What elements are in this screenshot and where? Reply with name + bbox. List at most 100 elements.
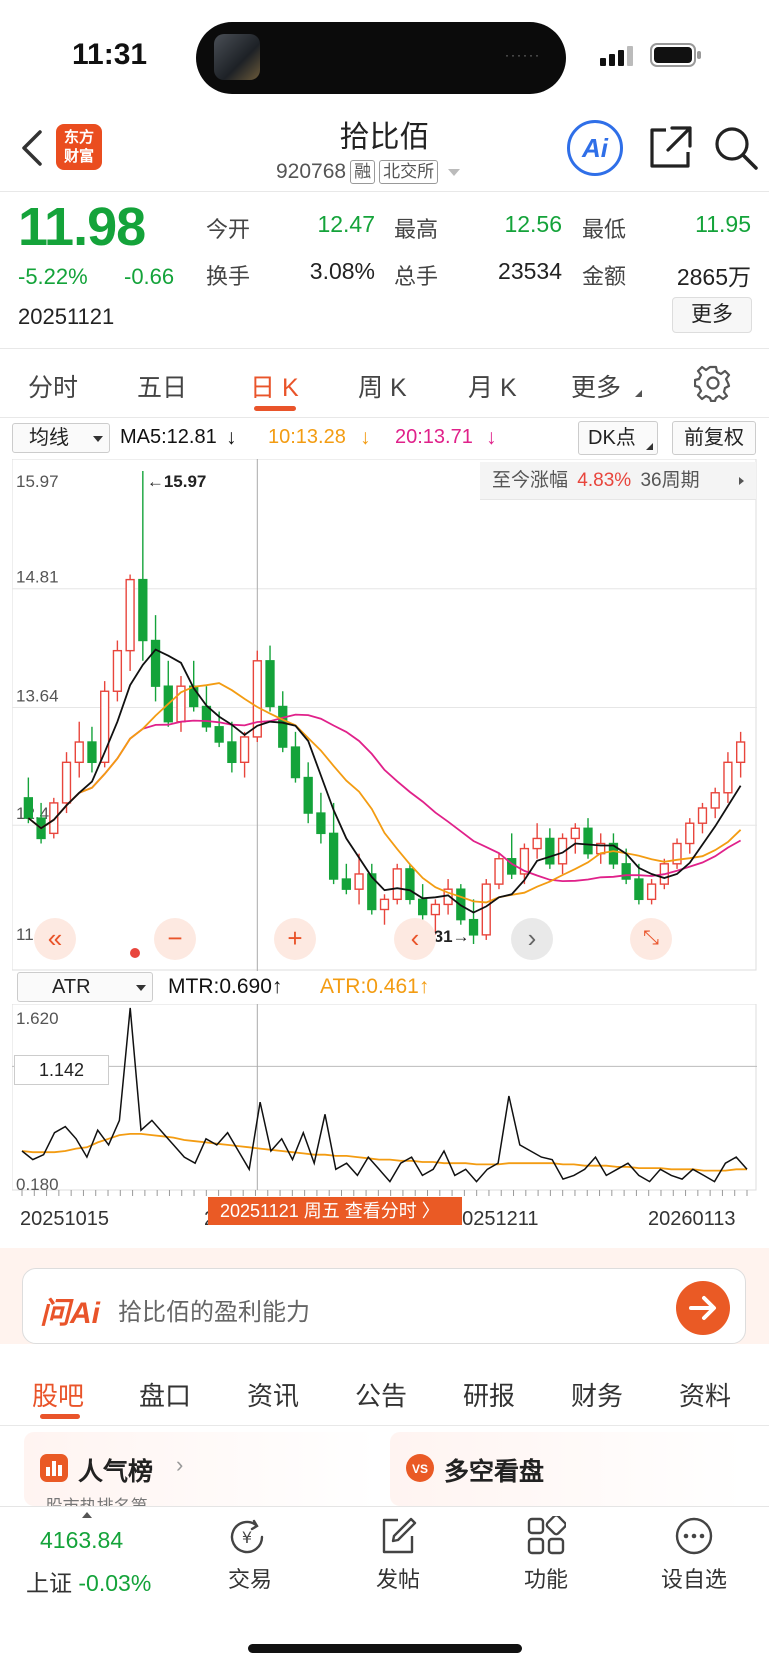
chart-frame [12,459,757,971]
index-value[interactable]: 4163.84 [40,1527,123,1554]
tab-intraday[interactable]: 分时 [28,368,78,404]
candle-body [201,705,212,728]
tab-order-book[interactable]: 盘口 [139,1376,191,1413]
tab-more-arrow-icon [635,390,642,397]
functions-grid-icon[interactable] [526,1516,566,1556]
next-candle-button[interactable]: › [511,918,553,960]
tab-monthly-k[interactable]: 月 K [468,368,517,404]
fullscreen-button[interactable]: ⤡ [630,918,672,960]
ma5-arrow-icon: ↓ [226,426,237,449]
tab-research[interactable]: 研报 [463,1376,515,1413]
low-label: 最低 [582,217,627,242]
scroll-to-start-button[interactable]: « [34,918,76,960]
dk-point-button[interactable]: DK点 [578,421,658,455]
trade-icon[interactable]: ¥ [228,1518,268,1556]
candle-body [87,741,97,764]
tab-more[interactable]: 更多 [571,368,621,404]
candle-body [316,812,326,835]
candle-body [735,741,746,764]
candlestick-chart[interactable]: 15.9714.8113.6412.4811.31←15.9711.31→ [12,459,757,971]
expand-icon: ⤡ [643,927,659,949]
sub-indicator-select[interactable]: ATR [17,972,153,1002]
open-label: 今开 [206,217,251,242]
dropdown-arrow-icon [448,168,461,176]
adjust-mode-button[interactable]: 前复权 [672,421,756,455]
volume-value: 23534 [498,258,562,284]
stock-code: 920768 [276,160,347,183]
y-tick: 14.81 [16,568,59,587]
candle-body [214,726,224,743]
candle-body [685,822,695,845]
more-quote-button[interactable]: 更多 [672,297,752,333]
tab-news[interactable]: 资讯 [247,1376,299,1413]
zoom-out-button[interactable]: − [154,918,196,960]
candle-body [405,868,415,901]
candle-body [430,903,441,916]
candle-body [646,883,657,901]
compose-icon[interactable] [378,1516,418,1556]
main-indicator-select[interactable]: 均线 [12,423,110,453]
y-tick: 13.64 [16,687,59,706]
ranking-icon [40,1454,68,1482]
ai-assistant-button[interactable]: Ai [567,120,623,176]
candle-body [125,578,135,652]
candle-body [494,858,504,885]
nav-functions[interactable]: 功能 [518,1562,574,1594]
nav-trade[interactable]: 交易 [222,1562,278,1594]
candle-body [150,639,161,687]
volume-label: 总手 [394,264,439,289]
tab-five-day[interactable]: 五日 [137,368,187,404]
tab-profile[interactable]: 资料 [679,1376,731,1413]
nav-watchlist[interactable]: 设自选 [656,1562,732,1594]
settings-gear-icon[interactable] [694,364,732,402]
candle-body [468,918,479,936]
candle-body [697,807,708,824]
island-indicator: ······ [505,48,541,62]
candle-body [481,883,491,936]
view-intraday-pill[interactable]: 20251121 周五 查看分时 〉 [208,1197,462,1225]
long-short-card[interactable]: VS 多空看盘 [390,1432,744,1506]
index-change: -0.03% [78,1570,152,1596]
tab-daily-k[interactable]: 日 K [250,368,299,404]
stock-code-row[interactable]: 920768 融 北交所 [276,160,461,184]
change-amount: -0.66 [124,264,175,289]
tab-announcements[interactable]: 公告 [355,1376,407,1413]
ma20-arrow-icon: ↓ [486,426,497,449]
zoom-in-button[interactable]: + [274,918,316,960]
index-expand-icon[interactable] [82,1512,92,1518]
ai-send-button[interactable] [676,1281,730,1335]
chevron-right-icon: › [527,923,537,953]
x-tick: 20260113 [648,1208,736,1230]
versus-icon: VS [406,1454,434,1482]
candle-body [621,863,631,880]
ma5-line [27,648,742,914]
candle-body [328,832,339,880]
ma10-arrow-icon: ↓ [360,426,371,449]
main-indicator-value: 均线 [29,427,69,449]
mtr-line [21,1007,748,1183]
ai-ask-logo: 问Ai [40,1297,100,1330]
atr-chart[interactable]: 1.6200.180 [12,1004,757,1204]
nav-post[interactable]: 发帖 [370,1562,426,1594]
tab-weekly-k[interactable]: 周 K [358,368,407,404]
search-icon[interactable] [712,124,760,172]
index-name-row[interactable]: 上证 -0.03% [26,1564,151,1598]
high-label: 最高 [394,217,439,242]
bottom-tab-underline [40,1414,80,1419]
period-change-box[interactable]: 至今涨幅 4.83% 36周期 [480,462,756,500]
prev-candle-button[interactable]: ‹ [394,918,436,960]
sub-indicator-value: ATR [52,976,91,998]
period-change-value: 4.83% [577,470,632,491]
popularity-card[interactable]: 人气榜 › ·股市热排名第... [24,1432,378,1506]
candle-body [49,802,59,835]
candle-body [265,660,275,708]
tab-finance[interactable]: 财务 [571,1376,623,1413]
atr-line [21,1132,747,1172]
share-icon[interactable] [648,124,692,170]
ai-question-text: 拾比佰的盈利能力 [118,1299,310,1326]
signal-icon [600,46,633,66]
now-playing-thumbnail[interactable] [214,34,260,80]
add-watchlist-icon[interactable] [674,1516,714,1556]
tab-forum[interactable]: 股吧 [32,1376,84,1413]
amount-label: 金额 [582,264,627,289]
